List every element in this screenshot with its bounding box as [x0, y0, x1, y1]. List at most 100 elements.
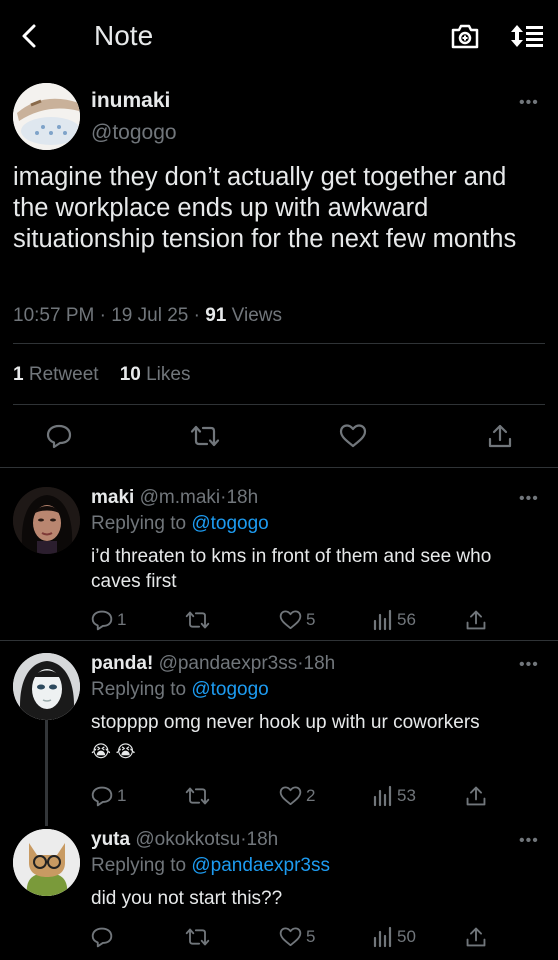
- share-icon: [466, 927, 486, 947]
- more-options-icon[interactable]: •••: [519, 490, 539, 508]
- avatar-image: [13, 653, 80, 720]
- replying-to: Replying to @togogo: [91, 679, 269, 701]
- views-button[interactable]: 56: [373, 609, 416, 631]
- like-button[interactable]: [339, 423, 367, 449]
- view-count: 50: [397, 927, 416, 946]
- retweet-icon: [190, 425, 220, 447]
- reply-button[interactable]: 1: [91, 609, 126, 631]
- share-icon: [488, 424, 512, 448]
- sort-button[interactable]: [510, 22, 544, 50]
- separator: ·: [99, 305, 106, 326]
- like-count: 5: [306, 610, 316, 629]
- replying-to-handle[interactable]: @togogo: [191, 513, 268, 534]
- reply-icon: [46, 424, 72, 449]
- avatar[interactable]: [13, 83, 80, 150]
- more-options-icon[interactable]: •••: [519, 656, 539, 674]
- share-button[interactable]: [465, 926, 487, 948]
- like-count: 2: [306, 786, 316, 805]
- share-button[interactable]: [487, 423, 513, 449]
- avatar[interactable]: [13, 653, 80, 720]
- replying-to-label: Replying to: [91, 855, 187, 876]
- like-button[interactable]: 5: [279, 926, 315, 948]
- replying-to-handle[interactable]: @togogo: [191, 679, 268, 700]
- reply-author-handle[interactable]: @m.maki: [140, 487, 221, 508]
- back-button[interactable]: [16, 22, 44, 50]
- camera-button[interactable]: [450, 22, 480, 50]
- share-button[interactable]: [465, 785, 487, 807]
- reply-count: 1: [117, 610, 127, 629]
- reply-count: 1: [117, 786, 127, 805]
- avatar[interactable]: [13, 487, 80, 554]
- views-icon: [373, 926, 392, 948]
- share-icon: [466, 786, 486, 806]
- engagement-stats: 1 Retweet 10 Likes: [13, 364, 190, 386]
- retweet-button[interactable]: [185, 609, 214, 631]
- reply-author-handle[interactable]: @pandaexpr3ss: [159, 653, 298, 674]
- heart-icon: [279, 927, 302, 947]
- more-options-icon[interactable]: •••: [519, 832, 539, 850]
- tweet-time: 10:57 PM: [13, 305, 95, 326]
- retweet-button[interactable]: [185, 785, 214, 807]
- reply-header: panda! @pandaexpr3ss·18h: [91, 653, 335, 675]
- like-button[interactable]: 2: [279, 785, 315, 807]
- reply-text: did you not start this??: [91, 888, 283, 909]
- avatar-image: [13, 487, 80, 554]
- divider: [13, 404, 545, 405]
- tweet-meta: 10:57 PM · 19 Jul 25 · 91 Views: [13, 305, 282, 327]
- retweet-icon: [185, 787, 210, 805]
- reply-header: yuta @okokkotsu·18h: [91, 829, 278, 851]
- reply-author-name[interactable]: panda!: [91, 653, 153, 674]
- reply-author-name[interactable]: yuta: [91, 829, 130, 850]
- thread-line: [45, 720, 48, 826]
- likes-count: 10: [119, 364, 141, 385]
- retweet-icon: [185, 928, 210, 946]
- reply-header: maki @m.maki·18h: [91, 487, 258, 509]
- reply-emoji: 😭 😭: [91, 742, 136, 761]
- author-handle[interactable]: @togogo: [91, 121, 177, 145]
- separator: ·: [193, 305, 200, 326]
- divider: [0, 640, 558, 641]
- reply-age: 18h: [226, 487, 259, 508]
- reply-icon: [91, 610, 113, 631]
- views-button[interactable]: 50: [373, 926, 416, 948]
- camera-icon: [451, 24, 479, 49]
- like-button[interactable]: 5: [279, 609, 315, 631]
- replying-to: Replying to @pandaexpr3ss: [91, 855, 330, 877]
- views-icon: [373, 785, 392, 807]
- reply-button[interactable]: 1: [91, 785, 126, 807]
- page-title: Note: [94, 20, 154, 51]
- replying-to-handle[interactable]: @pandaexpr3ss: [191, 855, 330, 876]
- tweet-date: 19 Jul 25: [111, 305, 189, 326]
- replying-to: Replying to @togogo: [91, 513, 269, 535]
- author-name[interactable]: inumaki: [91, 89, 170, 113]
- retweets-stat[interactable]: 1 Retweet: [13, 364, 99, 385]
- avatar-image: [13, 829, 80, 896]
- heart-icon: [279, 610, 302, 630]
- reply-age: 18h: [303, 653, 336, 674]
- reply-icon: [91, 927, 113, 948]
- views-count: 91: [205, 305, 227, 326]
- retweet-button[interactable]: [185, 926, 214, 948]
- heart-icon: [339, 424, 367, 448]
- more-options-icon[interactable]: •••: [519, 94, 539, 112]
- like-count: 5: [306, 927, 316, 946]
- avatar[interactable]: [13, 829, 80, 896]
- replying-to-label: Replying to: [91, 513, 187, 534]
- replying-to-label: Replying to: [91, 679, 187, 700]
- chevron-left-icon: [22, 24, 36, 48]
- retweets-count: 1: [13, 364, 24, 385]
- share-button[interactable]: [465, 609, 487, 631]
- reply-icon: [91, 786, 113, 807]
- view-count: 53: [397, 786, 416, 805]
- reply-button[interactable]: [46, 423, 72, 449]
- views-button[interactable]: 53: [373, 785, 416, 807]
- reply-author-handle[interactable]: @okokkotsu: [135, 829, 240, 850]
- view-count: 56: [397, 610, 416, 629]
- share-icon: [466, 610, 486, 630]
- retweet-icon: [185, 611, 210, 629]
- heart-icon: [279, 786, 302, 806]
- reply-button[interactable]: [91, 926, 117, 948]
- reply-author-name[interactable]: maki: [91, 487, 134, 508]
- retweet-button[interactable]: [190, 423, 220, 449]
- likes-stat[interactable]: 10 Likes: [120, 364, 191, 385]
